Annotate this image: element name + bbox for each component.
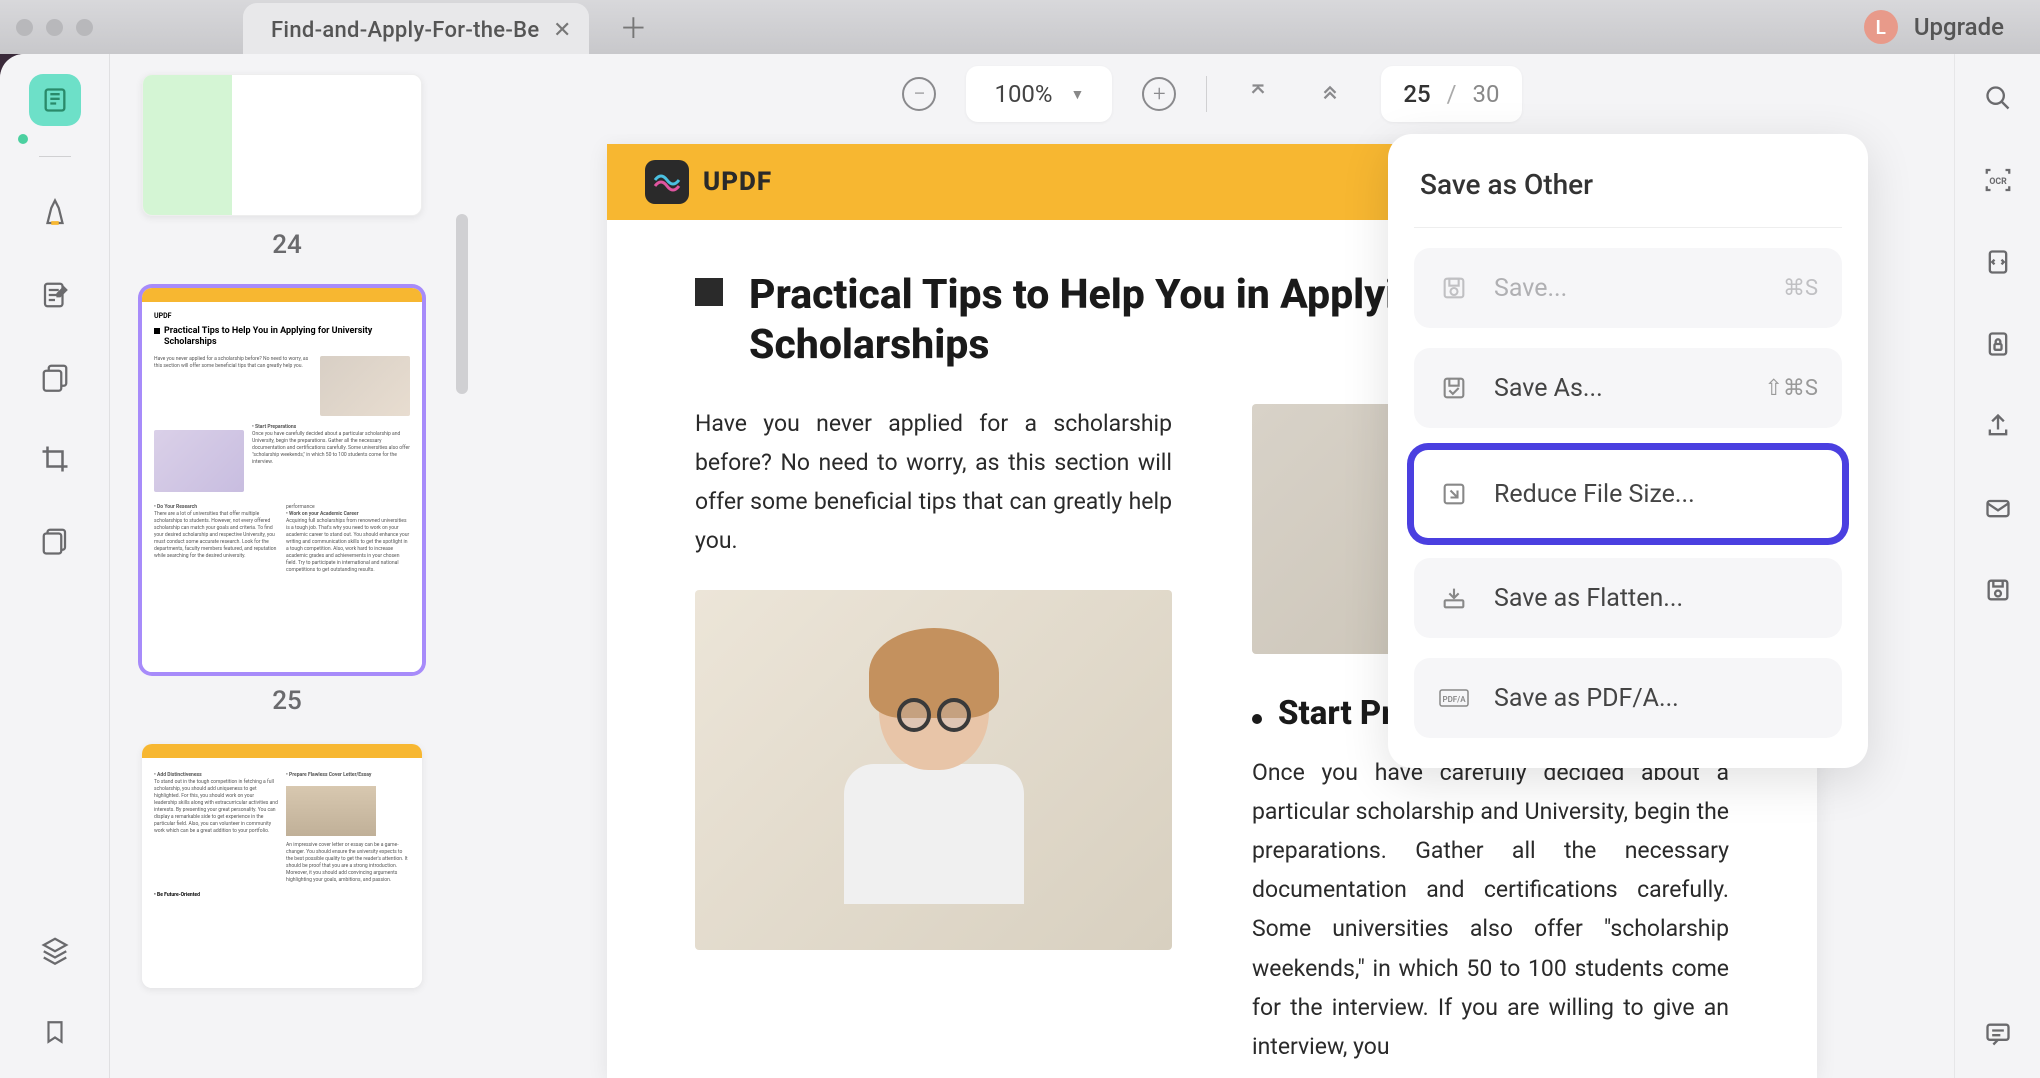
minimize-window-button[interactable] bbox=[46, 19, 63, 36]
menu-item-label: Save as Flatten... bbox=[1494, 584, 1683, 613]
document-paragraph: Have you never applied for a scholarship… bbox=[695, 404, 1172, 560]
chevron-down-icon: ▼ bbox=[1071, 86, 1085, 103]
save-other-button[interactable] bbox=[1978, 570, 2018, 610]
convert-button[interactable] bbox=[1978, 242, 2018, 282]
bookmark-button[interactable] bbox=[29, 1006, 81, 1058]
save-pdfa-menu-item[interactable]: PDF/A Save as PDF/A... bbox=[1414, 658, 1842, 738]
document-brand: UPDF bbox=[703, 167, 772, 197]
zoom-level-value: 100% bbox=[994, 80, 1052, 108]
reader-mode-button[interactable] bbox=[29, 74, 81, 126]
organize-tool-button[interactable] bbox=[29, 515, 81, 567]
zoom-level-dropdown[interactable]: 100% ▼ bbox=[966, 66, 1112, 122]
first-page-button[interactable] bbox=[1237, 76, 1279, 112]
panel-title: Save as Other bbox=[1414, 158, 1842, 228]
main-document-area: − 100% ▼ + 25 / 30 bbox=[470, 54, 1954, 1078]
tab-title: Find-and-Apply-For-the-Be bbox=[271, 18, 539, 43]
thumbnail-page-24[interactable]: 24 bbox=[142, 74, 432, 260]
thumbnail-label: 25 bbox=[142, 686, 432, 716]
pages-tool-button[interactable] bbox=[29, 351, 81, 403]
thumbnail-label: 24 bbox=[142, 230, 432, 260]
ocr-button[interactable]: OCR bbox=[1978, 160, 2018, 200]
close-window-button[interactable] bbox=[16, 19, 33, 36]
maximize-window-button[interactable] bbox=[76, 19, 93, 36]
thumbnail-panel: 24 UPDF Practical Tips to Help You in Ap… bbox=[110, 54, 470, 1078]
flatten-icon bbox=[1438, 582, 1470, 614]
protect-button[interactable] bbox=[1978, 324, 2018, 364]
active-tool-indicator bbox=[18, 134, 28, 144]
reduce-size-icon bbox=[1438, 478, 1470, 510]
save-as-other-panel: Save as Other Save... ⌘S Save As... ⇧⌘S bbox=[1388, 134, 1868, 768]
menu-item-label: Save As... bbox=[1494, 374, 1603, 403]
crop-tool-button[interactable] bbox=[29, 433, 81, 485]
current-page: 25 bbox=[1403, 80, 1430, 108]
upgrade-button[interactable]: Upgrade bbox=[1914, 13, 2004, 41]
left-toolbar bbox=[0, 54, 110, 1078]
svg-text:OCR: OCR bbox=[1989, 177, 2007, 187]
edit-tool-button[interactable] bbox=[29, 269, 81, 321]
save-as-icon bbox=[1438, 372, 1470, 404]
previous-page-button[interactable] bbox=[1309, 76, 1351, 112]
reduce-file-size-menu-item[interactable]: Reduce File Size... bbox=[1414, 450, 1842, 538]
email-button[interactable] bbox=[1978, 488, 2018, 528]
svg-text:PDF/A: PDF/A bbox=[1442, 695, 1466, 704]
document-image bbox=[695, 590, 1172, 950]
save-as-menu-item[interactable]: Save As... ⇧⌘S bbox=[1414, 348, 1842, 428]
bullet-icon bbox=[1252, 714, 1262, 724]
title-bullet-icon bbox=[695, 278, 723, 306]
user-avatar[interactable]: L bbox=[1864, 10, 1898, 44]
highlight-tool-button[interactable] bbox=[29, 187, 81, 239]
menu-item-label: Reduce File Size... bbox=[1494, 480, 1695, 509]
total-pages: 30 bbox=[1473, 80, 1500, 108]
search-button[interactable] bbox=[1978, 78, 2018, 118]
comment-button[interactable] bbox=[1978, 1014, 2018, 1054]
thumbnail-page-25[interactable]: UPDF Practical Tips to Help You in Apply… bbox=[142, 288, 432, 716]
keyboard-shortcut: ⌘S bbox=[1783, 276, 1818, 301]
thumbnail-page-26[interactable]: • Add Distinctiveness To stand out in th… bbox=[142, 744, 432, 988]
close-tab-icon[interactable]: ✕ bbox=[553, 18, 571, 43]
zoom-in-button[interactable]: + bbox=[1142, 77, 1176, 111]
window-titlebar: Find-and-Apply-For-the-Be ✕ ＋ L Upgrade bbox=[0, 0, 2040, 54]
pdfa-icon: PDF/A bbox=[1438, 682, 1470, 714]
keyboard-shortcut: ⇧⌘S bbox=[1765, 376, 1819, 401]
save-icon bbox=[1438, 272, 1470, 304]
page-number-input[interactable]: 25 / 30 bbox=[1381, 66, 1521, 122]
updf-logo-icon bbox=[645, 160, 689, 204]
toolbar-separator bbox=[1206, 76, 1207, 112]
thumbnail-scrollbar[interactable] bbox=[456, 214, 468, 394]
document-paragraph: Once you have carefully decided about a … bbox=[1252, 753, 1729, 1066]
share-button[interactable] bbox=[1978, 406, 2018, 446]
add-tab-button[interactable]: ＋ bbox=[619, 7, 647, 47]
right-toolbar: OCR bbox=[1954, 54, 2040, 1078]
save-flatten-menu-item[interactable]: Save as Flatten... bbox=[1414, 558, 1842, 638]
menu-item-label: Save... bbox=[1494, 274, 1567, 303]
window-controls bbox=[16, 19, 93, 36]
menu-item-label: Save as PDF/A... bbox=[1494, 684, 1679, 713]
document-tab[interactable]: Find-and-Apply-For-the-Be ✕ bbox=[243, 3, 589, 57]
top-toolbar: − 100% ▼ + 25 / 30 bbox=[470, 54, 1954, 134]
zoom-out-button[interactable]: − bbox=[902, 77, 936, 111]
save-menu-item[interactable]: Save... ⌘S bbox=[1414, 248, 1842, 328]
layers-button[interactable] bbox=[29, 924, 81, 976]
